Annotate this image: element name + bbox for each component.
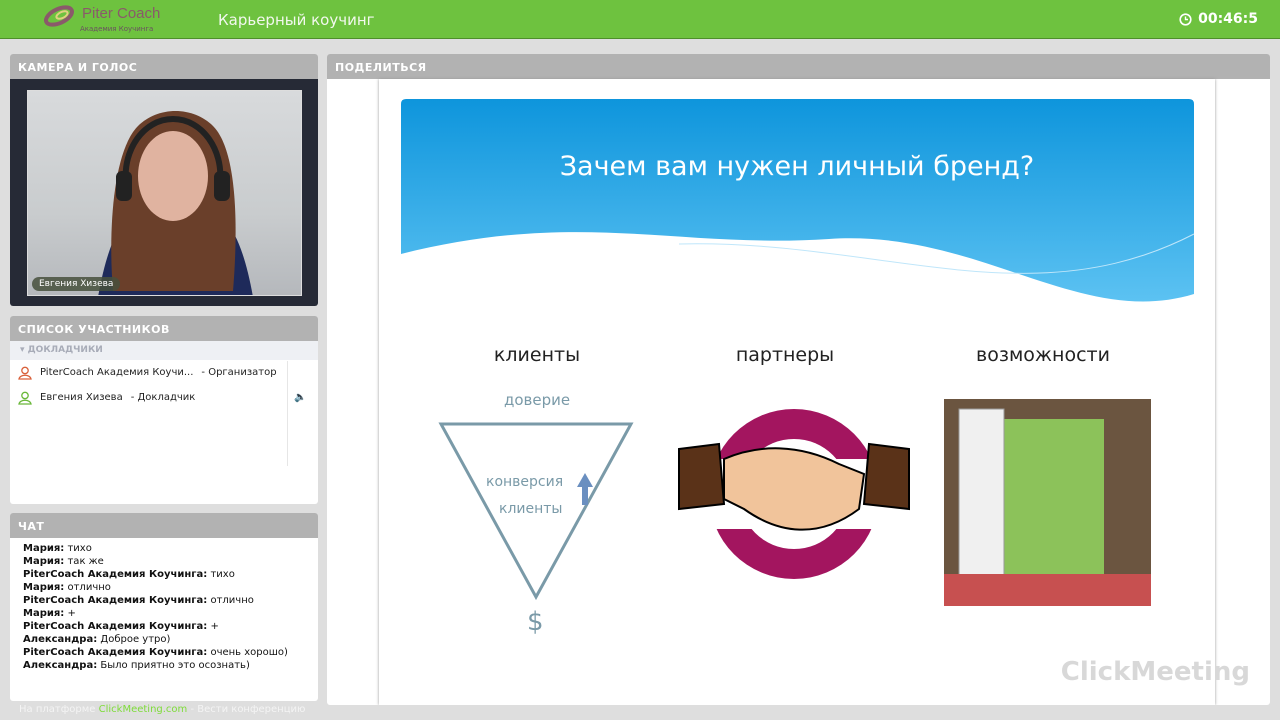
chat-text: Было приятно это осознать) xyxy=(100,660,250,671)
chat-text: Доброе утро) xyxy=(100,634,171,645)
slide-conversion: конверсия xyxy=(486,474,564,490)
chat-message: Мария: так же xyxy=(23,555,305,568)
participants-panel-title: СПИСОК УЧАСТНИКОВ xyxy=(10,316,318,341)
chat-message: PiterCoach Академия Коучинга: отлично xyxy=(23,594,305,607)
chat-author: Мария: xyxy=(23,556,65,567)
chat-text: + xyxy=(210,621,219,632)
chat-messages: Мария: тихо Мария: так же PiterCoach Акаде… xyxy=(10,538,318,676)
chat-text: + xyxy=(67,608,76,619)
participant-role: - Организатор xyxy=(201,367,277,378)
logo-icon xyxy=(43,5,75,27)
camera-panel-title: КАМЕРА И ГОЛОС xyxy=(10,54,318,79)
chat-text: тихо xyxy=(67,543,92,554)
chat-panel: ЧАТ Мария: тихо Мария: так же PiterCoach А… xyxy=(10,513,318,701)
chat-message: PiterCoach Академия Коучинга: очень хоро… xyxy=(23,646,305,659)
clock-icon xyxy=(1179,12,1192,26)
slide-clients: клиенты xyxy=(499,501,563,517)
slide-trust: доверие xyxy=(504,391,571,409)
meeting-title: Карьерный коучинг xyxy=(218,11,375,29)
speaker-silhouette xyxy=(98,111,253,295)
presentation-slide: Зачем вам нужен личный бренд? клиенты па… xyxy=(379,79,1215,705)
chat-message: PiterCoach Академия Коучинга: тихо xyxy=(23,568,305,581)
clickmeeting-link[interactable]: ClickMeeting.com xyxy=(99,704,188,715)
clickmeeting-watermark: ClickMeeting xyxy=(1060,657,1250,687)
chat-text: очень хорошо) xyxy=(210,647,288,658)
chat-message: Александра: Было приятно это осознать) xyxy=(23,659,305,672)
chat-author: Александра: xyxy=(23,634,98,645)
chat-message: Александра: Доброе утро) xyxy=(23,633,305,646)
participant-row[interactable]: Евгения Хизева - Докладчик 🔈 xyxy=(10,385,318,410)
footer-suffix: - Вести конференцию xyxy=(187,704,306,715)
chat-author: Мария: xyxy=(23,608,65,619)
participant-name: PiterCoach Академия Коучи... xyxy=(40,367,194,378)
chat-author: PiterCoach Академия Коучинга: xyxy=(23,569,208,580)
chat-author: PiterCoach Академия Коучинга: xyxy=(23,647,208,658)
chat-message: Мария: тихо xyxy=(23,542,305,555)
chat-message: Мария: + xyxy=(23,607,305,620)
timer-value: 00:46:5 xyxy=(1198,11,1258,27)
timer: 00:46:5 xyxy=(1179,11,1258,27)
logo-subtitle: Академия Коучинга xyxy=(80,25,154,33)
chat-message: PiterCoach Академия Коучинга: + xyxy=(23,620,305,633)
chat-author: PiterCoach Академия Коучинга: xyxy=(23,621,208,632)
group-presenters[interactable]: ▾ ДОКЛАДЧИКИ xyxy=(10,341,318,360)
user-icon xyxy=(18,391,32,405)
chat-author: Мария: xyxy=(23,582,65,593)
participant-row[interactable]: PiterCoach Академия Коучи... - Организат… xyxy=(10,360,318,385)
share-panel: ПОДЕЛИТЬСЯ Зачем вам нужен личный бренд?… xyxy=(327,54,1270,705)
chat-author: Мария: xyxy=(23,543,65,554)
logo-text: Piter Coach xyxy=(82,5,161,22)
chat-panel-title: ЧАТ xyxy=(10,513,318,538)
participant-role: - Докладчик xyxy=(130,392,196,403)
chat-message: Мария: отлично xyxy=(23,581,305,594)
chat-text: отлично xyxy=(210,595,254,606)
logo: Piter Coach Академия Коучинга xyxy=(42,2,167,36)
group-label: ДОКЛАДЧИКИ xyxy=(27,345,103,355)
chat-author: Александра: xyxy=(23,660,98,671)
chat-text: тихо xyxy=(210,569,235,580)
speaker-video[interactable]: Евгения Хизева xyxy=(27,90,302,296)
camera-panel: КАМЕРА И ГОЛОС Евгения Хизева xyxy=(10,54,318,306)
slide-dollar: $ xyxy=(527,607,544,637)
top-bar: Piter Coach Академия Коучинга Карьерный … xyxy=(0,0,1280,39)
participants-panel: СПИСОК УЧАСТНИКОВ ▾ ДОКЛАДЧИКИ PiterCoac… xyxy=(10,316,318,504)
participant-name: Евгения Хизева xyxy=(40,392,123,403)
chat-text: так же xyxy=(67,556,104,567)
chat-text: отлично xyxy=(67,582,111,593)
user-icon xyxy=(18,366,32,380)
share-panel-title: ПОДЕЛИТЬСЯ xyxy=(327,54,1270,79)
footer: На платформе ClickMeeting.com - Вести ко… xyxy=(19,704,305,715)
speaker-name-tag: Евгения Хизева xyxy=(32,277,121,291)
chat-author: PiterCoach Академия Коучинга: xyxy=(23,595,208,606)
speaker-volume-icon[interactable]: 🔈 xyxy=(294,392,306,403)
footer-prefix: На платформе xyxy=(19,704,99,715)
